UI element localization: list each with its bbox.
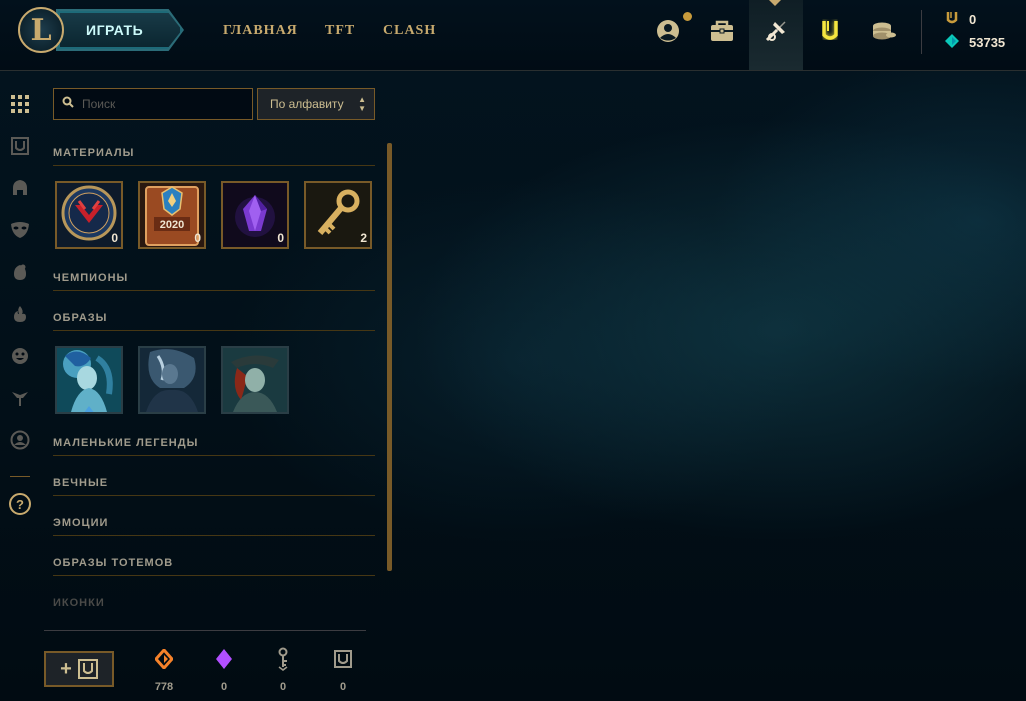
- rail-divider: [10, 476, 30, 477]
- eternals-filter-icon[interactable]: [9, 303, 31, 325]
- material-tile[interactable]: 0: [221, 181, 289, 249]
- search-icon: [62, 95, 74, 113]
- mythic-essence-icon: [206, 647, 242, 671]
- skin-filter-icon[interactable]: [9, 219, 31, 241]
- champion-filter-icon[interactable]: [9, 177, 31, 199]
- section-little-legends[interactable]: МАЛЕНЬКИЕ ЛЕГЕНДЫ: [53, 437, 375, 456]
- list-scrollbar[interactable]: [387, 143, 392, 571]
- store-icon[interactable]: [813, 12, 847, 50]
- chest-value: 0: [339, 681, 347, 693]
- orange-essence-counter: 778: [146, 647, 182, 693]
- key-value: 0: [279, 681, 287, 693]
- section-materials[interactable]: МАТЕРИАЛЫ: [53, 147, 375, 166]
- skin-shard-tile[interactable]: [138, 346, 206, 414]
- blue-essence-value: 53735: [969, 34, 1006, 50]
- sort-selected-label: По алфавиту: [270, 97, 344, 111]
- little-legend-filter-icon[interactable]: [9, 261, 31, 283]
- nav-link-home[interactable]: ГЛАВНАЯ: [223, 23, 298, 39]
- currency-icon[interactable]: [867, 12, 901, 50]
- collection-icon[interactable]: [705, 12, 739, 50]
- emote-filter-icon[interactable]: [9, 345, 31, 367]
- skin-shard-tile[interactable]: [55, 346, 123, 414]
- nav-link-tft[interactable]: TFT: [325, 23, 355, 39]
- orange-essence-icon: [146, 647, 182, 671]
- league-logo-icon[interactable]: L: [18, 7, 64, 53]
- section-icons[interactable]: ИКОНКИ: [53, 597, 375, 616]
- ward-filter-icon[interactable]: [9, 387, 31, 409]
- profile-icon[interactable]: [651, 12, 685, 50]
- grid-view-icon[interactable]: [9, 93, 31, 115]
- key-icon: [265, 647, 301, 671]
- nav-divider: [921, 10, 922, 54]
- loot-icon[interactable]: [759, 12, 793, 50]
- active-tab-indicator: [769, 0, 781, 6]
- material-tile[interactable]: 0: [55, 181, 123, 249]
- skin-shard-3-icon: [223, 348, 287, 412]
- skin-shard-tile[interactable]: [221, 346, 289, 414]
- skin-shard-2-icon: [140, 348, 204, 412]
- material-count: 2: [360, 231, 367, 245]
- search-field[interactable]: [53, 88, 253, 120]
- owned-marker-icon: [84, 406, 94, 412]
- mythic-essence-counter: 0: [206, 647, 242, 693]
- material-tile[interactable]: 2: [304, 181, 372, 249]
- top-navigation: ИГРАТЬ L ГЛАВНАЯ TFT CLASH 0 53735: [0, 0, 1026, 71]
- material-count: 0: [194, 231, 201, 245]
- skin-shard-1-icon: [57, 348, 121, 412]
- key-counter: 0: [265, 647, 301, 693]
- section-ward-skins[interactable]: ОБРАЗЫ ТОТЕМОВ: [53, 557, 375, 576]
- mythic-essence-value: 0: [220, 681, 228, 693]
- section-eternals[interactable]: ВЕЧНЫЕ: [53, 477, 375, 496]
- play-button[interactable]: ИГРАТЬ: [58, 11, 182, 49]
- blue-essence-icon: [945, 33, 959, 51]
- sort-dropdown[interactable]: По алфавиту ▲ ▼: [257, 88, 375, 120]
- chest-filter-icon[interactable]: [9, 135, 31, 157]
- capsule-year-label: 2020: [159, 219, 185, 231]
- profile-icon-filter-icon[interactable]: [9, 429, 31, 451]
- craft-chest-button[interactable]: +: [44, 651, 114, 687]
- craft-plus-label: +: [60, 657, 72, 680]
- chest-icon: [77, 659, 98, 679]
- notification-dot: [683, 12, 692, 21]
- search-input[interactable]: [82, 97, 242, 111]
- material-count: 0: [277, 231, 284, 245]
- section-emotes[interactable]: ЭМОЦИИ: [53, 517, 375, 536]
- material-tile[interactable]: 2020 0: [138, 181, 206, 249]
- footer-divider: [44, 630, 366, 631]
- sort-arrows-icon: ▲ ▼: [358, 95, 366, 113]
- help-icon[interactable]: ?: [9, 493, 31, 515]
- nav-link-clash[interactable]: CLASH: [383, 23, 436, 39]
- riot-points-icon: [945, 11, 959, 28]
- material-count: 0: [111, 231, 118, 245]
- chest-counter: 0: [325, 647, 361, 693]
- blue-essence-balance[interactable]: 53735: [945, 33, 1005, 51]
- riot-points-balance[interactable]: 0: [945, 10, 976, 28]
- section-skins[interactable]: ОБРАЗЫ: [53, 312, 375, 331]
- play-button-label: ИГРАТЬ: [86, 22, 144, 38]
- riot-points-value: 0: [969, 11, 977, 27]
- orange-essence-value: 778: [154, 681, 174, 693]
- chest-icon: [325, 647, 361, 671]
- section-champions[interactable]: ЧЕМПИОНЫ: [53, 272, 375, 291]
